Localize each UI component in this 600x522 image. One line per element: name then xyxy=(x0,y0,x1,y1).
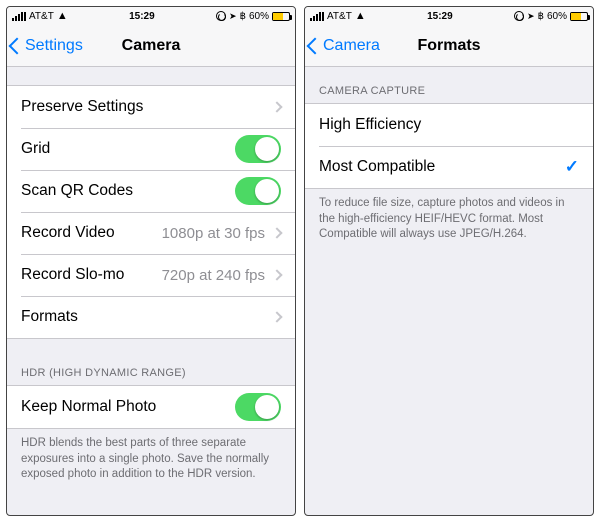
back-button[interactable]: Camera xyxy=(305,37,380,55)
carrier-label: AT&T xyxy=(327,11,352,22)
toggle-grid[interactable] xyxy=(235,135,281,163)
phone-camera-settings: AT&T ▲ 15:29 ➤ ฿ 60% Settings Camera Pr xyxy=(6,6,296,516)
row-detail: 1080p at 30 fps xyxy=(115,225,271,242)
chevron-right-icon xyxy=(271,269,282,280)
back-label: Camera xyxy=(323,37,380,55)
signal-icon xyxy=(310,12,324,21)
row-detail: 720p at 240 fps xyxy=(124,267,271,284)
row-most-compatible[interactable]: Most Compatible ✓ xyxy=(305,146,593,188)
row-keep-normal-photo[interactable]: Keep Normal Photo xyxy=(7,386,295,428)
chevron-right-icon xyxy=(271,311,282,322)
bluetooth-icon: ฿ xyxy=(240,11,246,22)
battery-pct: 60% xyxy=(249,11,269,22)
row-preserve-settings[interactable]: Preserve Settings xyxy=(7,86,295,128)
back-button[interactable]: Settings xyxy=(7,37,83,55)
checkmark-icon: ✓ xyxy=(565,157,579,177)
section-header-hdr: HDR (HIGH DYNAMIC RANGE) xyxy=(7,367,295,385)
chevron-right-icon xyxy=(271,227,282,238)
rotation-lock-icon xyxy=(514,11,524,21)
row-scan-qr[interactable]: Scan QR Codes xyxy=(7,170,295,212)
row-label: Scan QR Codes xyxy=(21,182,133,200)
row-label: Formats xyxy=(21,308,78,326)
chevron-left-icon xyxy=(9,37,26,54)
chevron-right-icon xyxy=(271,101,282,112)
battery-icon xyxy=(272,12,290,21)
battery-icon xyxy=(570,12,588,21)
row-label: Keep Normal Photo xyxy=(21,398,156,416)
phone-formats: AT&T ▲ 15:29 ➤ ฿ 60% Camera Formats CAME… xyxy=(304,6,594,516)
signal-icon xyxy=(12,12,26,21)
rotation-lock-icon xyxy=(216,11,226,21)
wifi-icon: ▲ xyxy=(355,10,366,22)
nav-bar: Camera Formats xyxy=(305,25,593,67)
bluetooth-icon: ฿ xyxy=(538,11,544,22)
status-time: 15:29 xyxy=(427,11,453,22)
row-high-efficiency[interactable]: High Efficiency xyxy=(305,104,593,146)
status-bar: AT&T ▲ 15:29 ➤ ฿ 60% xyxy=(305,7,593,25)
row-label: Record Slo-mo xyxy=(21,266,124,284)
row-label: Preserve Settings xyxy=(21,98,143,116)
location-icon: ➤ xyxy=(527,11,535,22)
section-footer-hdr: HDR blends the best parts of three separ… xyxy=(7,429,295,483)
wifi-icon: ▲ xyxy=(57,10,68,22)
section-header-capture: CAMERA CAPTURE xyxy=(305,85,593,103)
location-icon: ➤ xyxy=(229,11,237,22)
chevron-left-icon xyxy=(307,37,324,54)
row-record-slomo[interactable]: Record Slo-mo 720p at 240 fps xyxy=(7,254,295,296)
toggle-scan-qr[interactable] xyxy=(235,177,281,205)
status-time: 15:29 xyxy=(129,11,155,22)
back-label: Settings xyxy=(25,37,83,55)
row-label: Grid xyxy=(21,140,50,158)
row-label: High Efficiency xyxy=(319,116,421,134)
toggle-keep-normal[interactable] xyxy=(235,393,281,421)
battery-pct: 60% xyxy=(547,11,567,22)
row-record-video[interactable]: Record Video 1080p at 30 fps xyxy=(7,212,295,254)
carrier-label: AT&T xyxy=(29,11,54,22)
row-label: Record Video xyxy=(21,224,115,242)
section-footer-formats: To reduce file size, capture photos and … xyxy=(305,189,593,243)
nav-bar: Settings Camera xyxy=(7,25,295,67)
row-grid[interactable]: Grid xyxy=(7,128,295,170)
row-label: Most Compatible xyxy=(319,158,435,176)
row-formats[interactable]: Formats xyxy=(7,296,295,338)
status-bar: AT&T ▲ 15:29 ➤ ฿ 60% xyxy=(7,7,295,25)
